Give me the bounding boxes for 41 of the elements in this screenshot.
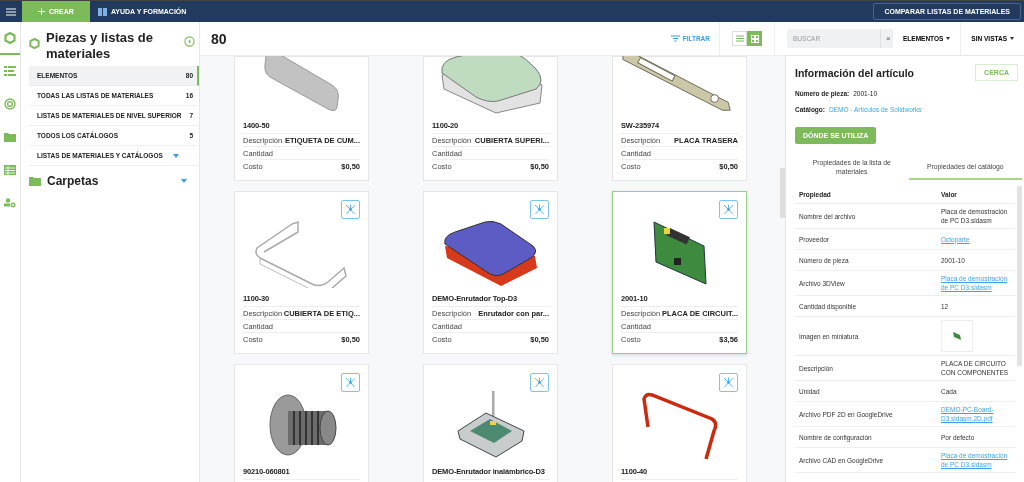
table-icon — [4, 164, 16, 175]
caret-icon[interactable] — [181, 179, 187, 183]
structure-button[interactable] — [719, 373, 738, 392]
network-icon — [345, 204, 356, 215]
scrollbar[interactable] — [1017, 186, 1022, 366]
network-icon — [345, 377, 356, 388]
grid-view-icon — [750, 34, 759, 43]
hexagon-icon — [4, 31, 16, 44]
folders-heading: Carpetas — [47, 174, 100, 188]
circuit-board-icon — [953, 332, 961, 340]
structure-button[interactable] — [530, 200, 549, 219]
clear-button[interactable]: × — [880, 29, 896, 48]
network-icon — [534, 377, 545, 388]
panel-title: Información del artículo — [795, 66, 916, 79]
folder-icon — [29, 176, 41, 186]
target-icon — [4, 97, 16, 110]
structure-button[interactable] — [341, 200, 360, 219]
network-icon — [534, 204, 545, 215]
collapse-icon[interactable] — [184, 36, 195, 47]
network-icon — [723, 204, 734, 215]
grid-view-button[interactable] — [747, 31, 762, 46]
list-view-button[interactable] — [732, 31, 747, 46]
structure-button[interactable] — [341, 373, 360, 392]
item-count: 80 — [210, 30, 228, 47]
caret-icon — [1010, 37, 1014, 40]
list-icon — [4, 65, 16, 76]
filter-icon — [670, 35, 680, 42]
network-icon — [723, 377, 734, 388]
structure-button[interactable] — [530, 373, 549, 392]
sidebar-title: Piezas y listas de materiales — [46, 30, 154, 62]
menu-icon — [6, 7, 16, 16]
hexagon-icon — [29, 38, 40, 49]
structure-button[interactable] — [719, 200, 738, 219]
list-view-icon — [735, 35, 744, 42]
caret-icon — [173, 153, 179, 158]
plus-icon — [38, 8, 45, 15]
book-icon — [97, 7, 107, 16]
folder-icon — [4, 131, 16, 142]
user-settings-icon — [4, 197, 16, 208]
scrollbar[interactable] — [780, 168, 785, 218]
caret-icon — [946, 37, 951, 40]
